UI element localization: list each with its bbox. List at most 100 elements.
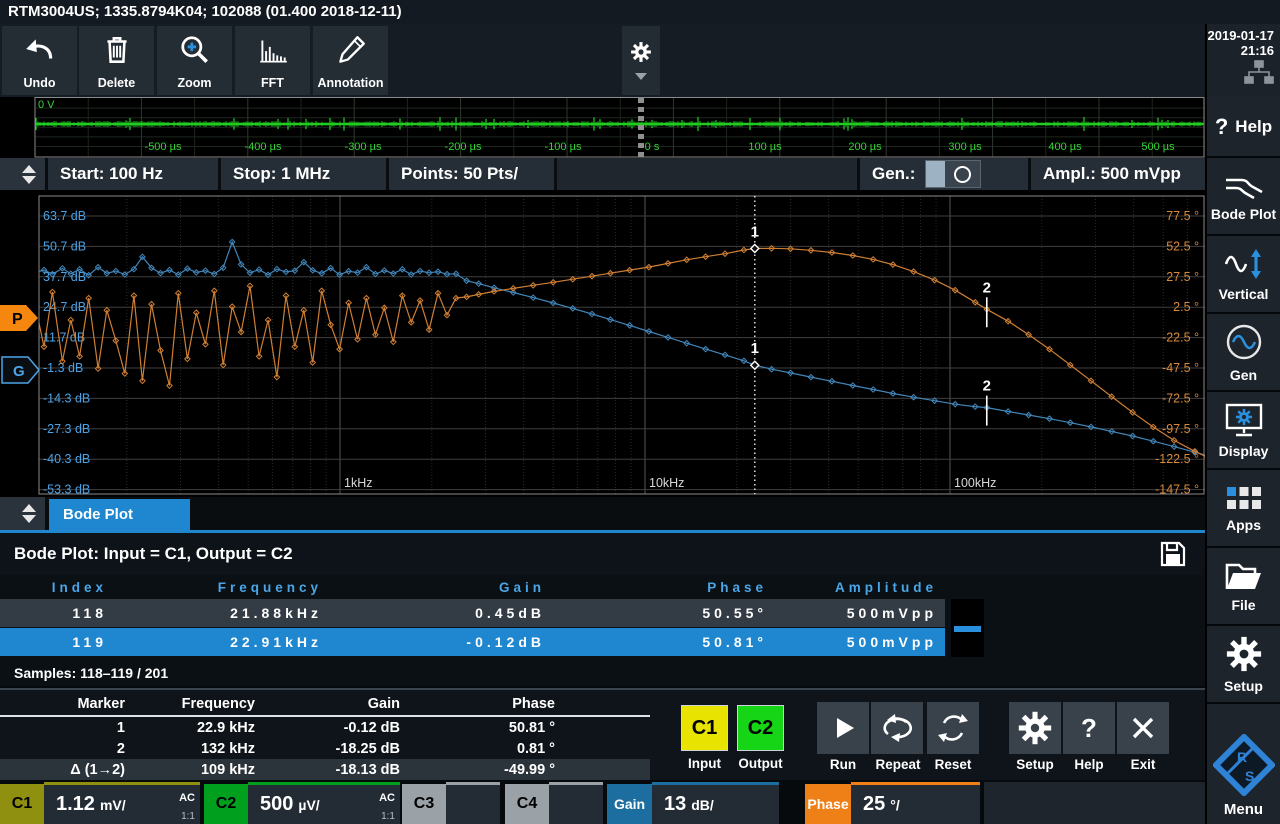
sidebar-item-apps[interactable]: Apps (1207, 470, 1280, 548)
c2-tag[interactable]: C2 (204, 784, 248, 824)
save-button[interactable] (1153, 537, 1193, 571)
annotation-button[interactable]: Annotation (313, 26, 388, 95)
input-channel-button[interactable]: C1 (681, 705, 728, 751)
run-button[interactable] (817, 702, 869, 754)
exit-button[interactable] (1117, 702, 1169, 754)
table-row-selected[interactable]: 119 22.91kHz -0.12dB 50.81° 500mVpp (0, 628, 945, 656)
freq-axis-label: 10kHz (649, 476, 684, 490)
marker-row-delta: Δ (1→2) 109 kHz -18.13 dB -49.99 ° (0, 759, 650, 780)
c4-scale-field[interactable] (549, 782, 603, 824)
setup-label: Setup (1007, 757, 1063, 772)
time-axis-label: 100 µs (748, 141, 782, 153)
marker-1-label: 1 (751, 223, 759, 240)
zoom-button[interactable]: Zoom (157, 26, 232, 95)
bode-plot-area[interactable]: 63.7 dB50.7 dB37.7 dB24.7 dB11.7 dB-1.3 … (0, 190, 1205, 497)
menu-label: Menu (1224, 801, 1263, 818)
reset-icon (937, 711, 969, 745)
fft-label: FFT (261, 76, 284, 90)
marker-table-header: Marker Frequency Gain Phase (0, 692, 650, 717)
fft-button[interactable]: FFT (235, 26, 310, 95)
display-icon (1223, 402, 1265, 438)
folder-icon (1223, 560, 1265, 592)
phase-axis-label: 52.5 ° (1166, 239, 1199, 253)
c3-scale-field[interactable] (446, 782, 500, 824)
gen-toggle-field[interactable]: Gen.: (860, 158, 1028, 190)
phase-trace (32, 246, 1205, 461)
c1-scale-field[interactable]: 1.12 mV/ AC 1:1 (44, 782, 200, 824)
arrow-up-icon (22, 504, 36, 512)
points-field[interactable]: Points: 50 Pts/ (389, 158, 554, 190)
start-frequency-field[interactable]: Start: 100 Hz (48, 158, 218, 190)
gear-icon (1017, 710, 1053, 746)
phase-axis-label: -122.5 ° (1155, 452, 1199, 466)
phase-scale-field[interactable]: 25 °/ (851, 782, 980, 824)
gain-tag[interactable]: Gain (607, 784, 652, 824)
toolbar-config-button[interactable] (622, 26, 660, 95)
phase-axis-label: -72.5 ° (1162, 391, 1199, 405)
phase-axis-label: -47.5 ° (1162, 361, 1199, 375)
col-phase: Phase (555, 580, 775, 595)
reset-button[interactable] (927, 702, 979, 754)
phase-tag[interactable]: Phase (805, 784, 851, 824)
time-axis-label: -400 µs (245, 141, 282, 153)
gain-axis-label: -40.3 dB (43, 452, 90, 466)
zoom-label: Zoom (177, 76, 211, 90)
help-button[interactable]: ? (1063, 702, 1115, 754)
phase-axis-label: -22.5 ° (1162, 331, 1199, 345)
menu-button[interactable]: R S Menu (1207, 704, 1280, 822)
settings-collapse-widget[interactable] (0, 158, 45, 190)
toolbar: Undo Delete Zoom FFT (0, 24, 1205, 97)
fft-icon (256, 33, 290, 67)
amplitude-field[interactable]: Ampl.: 500 mVpp (1031, 158, 1205, 190)
settings-spacer (557, 158, 857, 190)
gain-scale-field[interactable]: 13 dB/ (652, 782, 779, 824)
c2-scale-field[interactable]: 500 µV/ AC 1:1 (248, 782, 400, 824)
c3-tag[interactable]: C3 (402, 784, 446, 824)
time-axis-label: 200 µs (848, 141, 882, 153)
samples-line: Samples: 118–119 / 201 (0, 660, 1205, 686)
sidebar-item-vertical[interactable]: Vertical (1207, 236, 1280, 314)
time-axis-label: 400 µs (1048, 141, 1082, 153)
scrollbar-handle[interactable] (954, 626, 981, 632)
sidebar-item-gen[interactable]: Gen (1207, 314, 1280, 392)
table-scrollbar[interactable] (951, 599, 984, 657)
output-channel-button[interactable]: C2 (737, 705, 784, 751)
date-text: 2019-01-17 (1207, 28, 1274, 43)
marker-row-2: 2 132 kHz -18.25 dB 0.81 ° (0, 738, 650, 759)
c4-tag[interactable]: C4 (505, 784, 549, 824)
tab-bode-plot[interactable]: Bode Plot (49, 499, 190, 531)
waveform-strip[interactable]: -500 µs-400 µs-300 µs-200 µs-100 µs0 s10… (0, 97, 1205, 158)
sidebar-item-help[interactable]: ? Help (1207, 97, 1280, 158)
sidebar-item-file[interactable]: File (1207, 548, 1280, 626)
question-icon: ? (1215, 114, 1228, 140)
marker-panel: Marker Frequency Gain Phase 1 22.9 kHz -… (0, 688, 1205, 780)
c2-coupling: AC (379, 792, 395, 804)
stop-frequency-field[interactable]: Stop: 1 MHz (221, 158, 386, 190)
gen-toggle[interactable] (925, 160, 981, 188)
sidebar-item-display[interactable]: Display (1207, 392, 1280, 470)
gen-toggle-off-half (926, 161, 945, 187)
delete-label: Delete (98, 76, 136, 90)
reset-label: Reset (925, 757, 981, 772)
c1-tag[interactable]: C1 (0, 784, 44, 824)
gear-icon (630, 41, 652, 63)
marker-1-point[interactable] (751, 244, 759, 252)
sidebar-item-setup[interactable]: Setup (1207, 626, 1280, 704)
apps-grid-icon (1225, 484, 1263, 512)
question-icon: ? (1081, 713, 1097, 744)
delete-button[interactable]: Delete (79, 26, 154, 95)
freq-axis-label: 1kHz (344, 476, 372, 490)
gain-axis-label: -27.3 dB (43, 422, 90, 436)
tab-collapse-widget[interactable] (0, 497, 45, 530)
undo-button[interactable]: Undo (2, 26, 77, 95)
repeat-button[interactable] (871, 702, 923, 754)
setup-button[interactable] (1009, 702, 1061, 754)
generator-icon (1224, 322, 1264, 362)
zoom-icon (178, 33, 212, 67)
undo-icon (23, 33, 57, 67)
sidebar-item-bode-plot[interactable]: Bode Plot (1207, 158, 1280, 236)
gen-toggle-knob (945, 161, 980, 187)
amplitude-value: Ampl.: 500 mVpp (1043, 164, 1181, 183)
table-row[interactable]: 118 21.88kHz 0.45dB 50.55° 500mVpp (0, 599, 945, 627)
sidebar-item-label: Apps (1226, 517, 1261, 533)
